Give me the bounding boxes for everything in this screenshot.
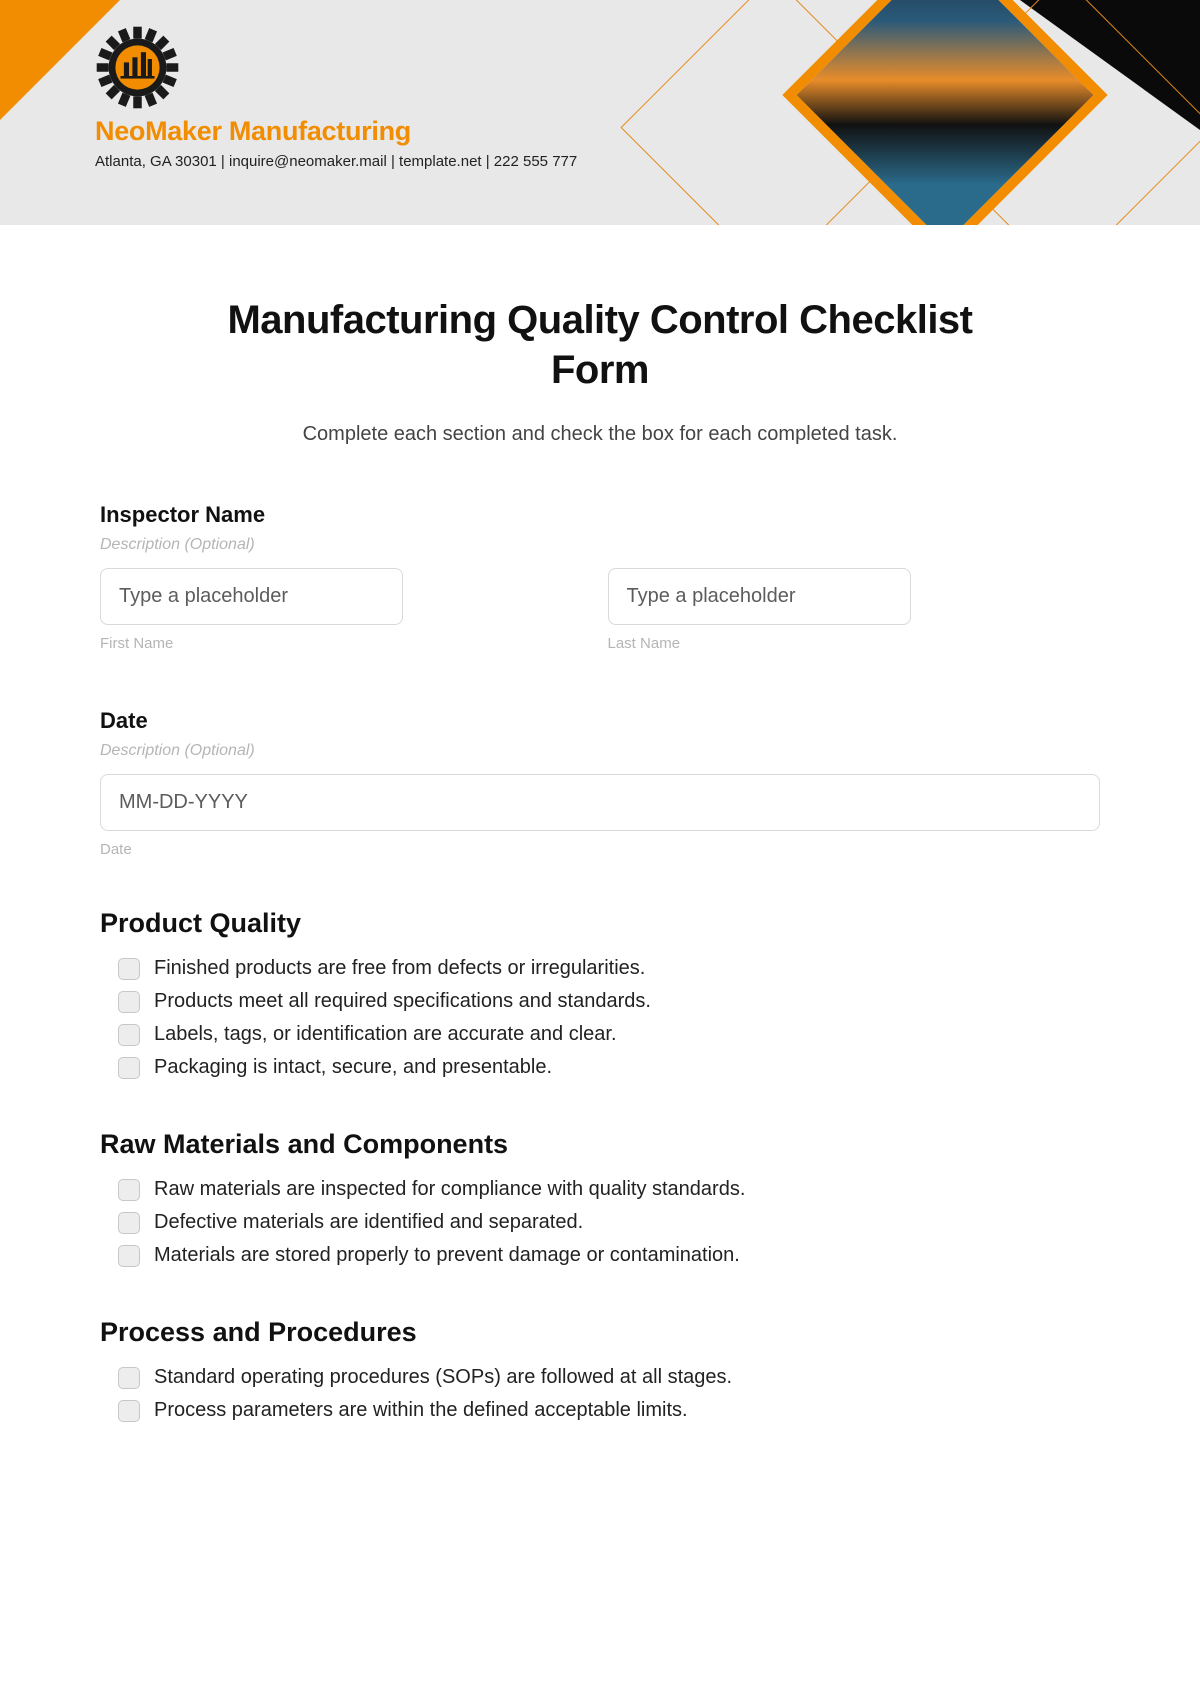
- inspector-name-description: Description (Optional): [100, 536, 1100, 554]
- checkbox[interactable]: [118, 958, 140, 980]
- check-text: Labels, tags, or identification are accu…: [154, 1023, 617, 1046]
- list-item: Products meet all required specification…: [118, 990, 1100, 1013]
- checkbox[interactable]: [118, 1400, 140, 1422]
- last-name-input[interactable]: [608, 568, 911, 625]
- date-input[interactable]: [100, 774, 1100, 831]
- first-name-input[interactable]: [100, 568, 403, 625]
- checkbox[interactable]: [118, 1212, 140, 1234]
- list-item: Process parameters are within the define…: [118, 1399, 1100, 1422]
- date-label: Date: [100, 708, 1100, 734]
- checkbox[interactable]: [118, 1367, 140, 1389]
- list-item: Standard operating procedures (SOPs) are…: [118, 1366, 1100, 1389]
- date-sublabel: Date: [100, 841, 1100, 858]
- first-name-sublabel: First Name: [100, 635, 593, 652]
- date-group: Date Description (Optional) Date: [100, 708, 1100, 858]
- check-text: Raw materials are inspected for complian…: [154, 1178, 745, 1201]
- header-band: NeoMaker Manufacturing Atlanta, GA 30301…: [0, 0, 1200, 225]
- list-item: Defective materials are identified and s…: [118, 1211, 1100, 1234]
- process-checklist: Standard operating procedures (SOPs) are…: [100, 1366, 1100, 1422]
- section-process-title: Process and Procedures: [100, 1317, 1100, 1348]
- check-text: Products meet all required specification…: [154, 990, 651, 1013]
- list-item: Packaging is intact, secure, and present…: [118, 1056, 1100, 1079]
- section-raw-materials: Raw Materials and Components Raw materia…: [100, 1129, 1100, 1267]
- checkbox[interactable]: [118, 991, 140, 1013]
- last-name-sublabel: Last Name: [608, 635, 1101, 652]
- inspector-name-label: Inspector Name: [100, 502, 1100, 528]
- check-text: Packaging is intact, secure, and present…: [154, 1056, 552, 1079]
- check-text: Finished products are free from defects …: [154, 957, 645, 980]
- section-product-quality: Product Quality Finished products are fr…: [100, 908, 1100, 1079]
- section-process: Process and Procedures Standard operatin…: [100, 1317, 1100, 1422]
- list-item: Finished products are free from defects …: [118, 957, 1100, 980]
- date-description: Description (Optional): [100, 742, 1100, 760]
- product-quality-checklist: Finished products are free from defects …: [100, 957, 1100, 1079]
- checkbox[interactable]: [118, 1245, 140, 1267]
- checkbox[interactable]: [118, 1057, 140, 1079]
- company-name: NeoMaker Manufacturing: [95, 116, 577, 147]
- check-text: Materials are stored properly to prevent…: [154, 1244, 740, 1267]
- gear-logo-icon: [95, 25, 180, 110]
- check-text: Standard operating procedures (SOPs) are…: [154, 1366, 732, 1389]
- list-item: Raw materials are inspected for complian…: [118, 1178, 1100, 1201]
- checkbox[interactable]: [118, 1024, 140, 1046]
- company-contact-line: Atlanta, GA 30301 | inquire@neomaker.mai…: [95, 153, 577, 170]
- check-text: Defective materials are identified and s…: [154, 1211, 583, 1234]
- check-text: Process parameters are within the define…: [154, 1399, 688, 1422]
- section-product-quality-title: Product Quality: [100, 908, 1100, 939]
- form-subtitle: Complete each section and check the box …: [100, 423, 1100, 446]
- raw-materials-checklist: Raw materials are inspected for complian…: [100, 1178, 1100, 1267]
- list-item: Materials are stored properly to prevent…: [118, 1244, 1100, 1267]
- form-main: Manufacturing Quality Control Checklist …: [0, 225, 1200, 1422]
- list-item: Labels, tags, or identification are accu…: [118, 1023, 1100, 1046]
- form-title: Manufacturing Quality Control Checklist …: [190, 295, 1010, 395]
- section-raw-materials-title: Raw Materials and Components: [100, 1129, 1100, 1160]
- logo-block: NeoMaker Manufacturing Atlanta, GA 30301…: [95, 25, 577, 170]
- inspector-name-group: Inspector Name Description (Optional) Fi…: [100, 502, 1100, 652]
- checkbox[interactable]: [118, 1179, 140, 1201]
